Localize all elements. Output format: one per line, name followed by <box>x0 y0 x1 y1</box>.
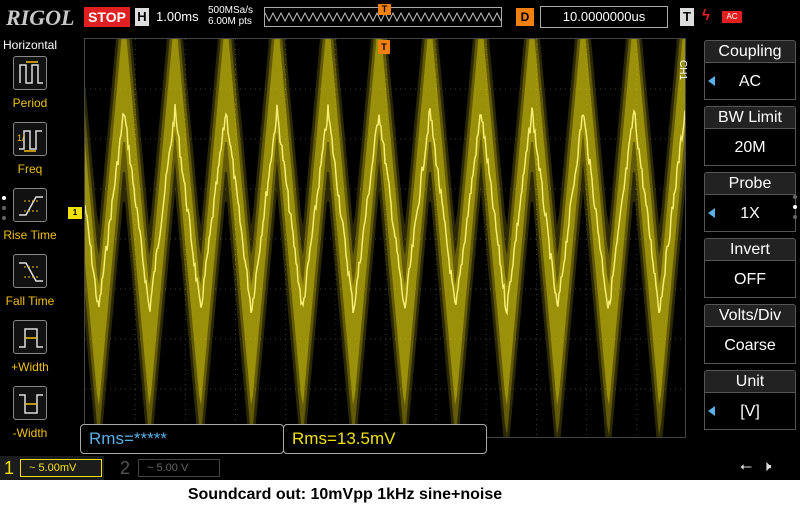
waveform-display[interactable] <box>84 38 686 438</box>
sample-rate: 500MSa/s <box>208 5 254 16</box>
negative-width-label: -Width <box>12 426 48 440</box>
coupling-menu[interactable]: Coupling AC <box>704 40 796 102</box>
freq-label: Freq <box>17 162 43 176</box>
trigger-position-marker: T <box>378 40 390 54</box>
usb-icon: ⭠ <box>740 458 753 475</box>
page-dot <box>2 216 6 220</box>
image-caption: Soundcard out: 10mVpp 1kHz sine+noise <box>187 486 503 503</box>
channel-menu-panel: Coupling AC BW Limit 20M Probe 1X Invert… <box>704 40 800 458</box>
ch1-scale[interactable]: ~ 5.00mV <box>20 459 102 477</box>
rigol-logo: RIGOL <box>6 5 75 30</box>
oscilloscope-screen: RIGOL STOP H 1.00ms 500MSa/s 6.00M pts T… <box>0 0 800 480</box>
ch2-number: 2 <box>120 458 131 478</box>
page-indicator <box>2 196 6 226</box>
top-status-bar: RIGOL STOP H 1.00ms 500MSa/s 6.00M pts T… <box>0 0 800 36</box>
coupling-arrow-icon <box>708 76 715 86</box>
timebase-value[interactable]: 1.00ms <box>156 9 199 24</box>
unit-value[interactable]: [V] <box>704 392 796 430</box>
fall-time-label: Fall Time <box>5 294 55 308</box>
speaker-icon[interactable]: 🕨 <box>762 458 771 475</box>
frequency-icon: 1/ <box>13 122 47 156</box>
period-icon <box>13 56 47 90</box>
horizontal-badge: H <box>135 8 149 26</box>
channel-tag: CH1 <box>677 60 688 81</box>
measure-freq-button[interactable]: 1/ Freq <box>0 122 60 186</box>
invert-head: Invert <box>704 238 796 260</box>
svg-text:1/: 1/ <box>17 133 25 143</box>
bw-limit-menu[interactable]: BW Limit 20M <box>704 106 796 168</box>
invert-value[interactable]: OFF <box>704 260 796 298</box>
coupling-head: Coupling <box>704 40 796 62</box>
volts-div-head: Volts/Div <box>704 304 796 326</box>
probe-menu[interactable]: Probe 1X <box>704 172 796 234</box>
measure-fall-time-button[interactable]: Fall Time <box>0 254 60 318</box>
unit-arrow-icon <box>708 406 715 416</box>
horizontal-measure-panel: Horizontal Period 1/ Freq Rise Time Fall… <box>0 36 60 454</box>
channel-status-bar: 1 ~ 5.00mV 2 ~ 5.00 V ⭠ 🕨 <box>0 456 800 480</box>
bw-limit-value[interactable]: 20M <box>704 128 796 166</box>
fall-time-icon <box>13 254 47 288</box>
acquisition-info: 500MSa/s 6.00M pts <box>208 5 253 27</box>
unit-menu[interactable]: Unit [V] <box>704 370 796 432</box>
menu-page-indicator <box>793 195 797 225</box>
unit-head: Unit <box>704 370 796 392</box>
ch2-scale[interactable]: ~ 5.00 V <box>138 459 220 477</box>
volts-div-menu[interactable]: Volts/Div Coarse <box>704 304 796 366</box>
menu-page-dot <box>793 215 797 219</box>
trigger-coupling[interactable]: AC <box>722 11 742 23</box>
panel-title: Horizontal <box>2 38 58 52</box>
page-dot <box>2 196 6 200</box>
delay-badge: D <box>516 8 534 26</box>
period-label: Period <box>12 96 48 110</box>
delay-value[interactable]: 10.0000000us <box>540 6 668 28</box>
positive-width-label: +Width <box>11 360 49 374</box>
run-stop-indicator[interactable]: STOP <box>84 7 130 27</box>
negative-width-icon <box>13 386 47 420</box>
ch1-ground-marker[interactable]: 1 <box>68 207 82 219</box>
measure-period-button[interactable]: Period <box>0 56 60 120</box>
ch1-number: 1 <box>4 458 15 478</box>
memory-depth: 6.00M pts <box>208 16 252 27</box>
measurement-readout-left: Rms=***** <box>80 424 284 454</box>
menu-page-dot <box>793 205 797 209</box>
measure-rise-time-button[interactable]: Rise Time <box>0 188 60 252</box>
waveform-area <box>85 39 685 437</box>
menu-page-dot <box>793 195 797 199</box>
rising-edge-icon: ϟ <box>702 7 710 24</box>
probe-arrow-icon <box>708 208 715 218</box>
probe-head: Probe <box>704 172 796 194</box>
rise-time-label: Rise Time <box>3 228 57 242</box>
page-dot <box>2 206 6 210</box>
invert-menu[interactable]: Invert OFF <box>704 238 796 300</box>
ch1-status[interactable]: 1 ~ 5.00mV <box>0 456 104 480</box>
trigger-position-top-marker: T <box>378 4 391 15</box>
probe-value[interactable]: 1X <box>704 194 796 232</box>
measure-positive-width-button[interactable]: +Width <box>0 320 60 384</box>
measure-negative-width-button[interactable]: -Width <box>0 386 60 450</box>
coupling-value[interactable]: AC <box>704 62 796 100</box>
rise-time-icon <box>13 188 47 222</box>
positive-width-icon <box>13 320 47 354</box>
volts-div-value[interactable]: Coarse <box>704 326 796 364</box>
measurement-readout-right: Rms=13.5mV <box>283 424 487 454</box>
trigger-badge: T <box>680 8 694 26</box>
bw-limit-head: BW Limit <box>704 106 796 128</box>
